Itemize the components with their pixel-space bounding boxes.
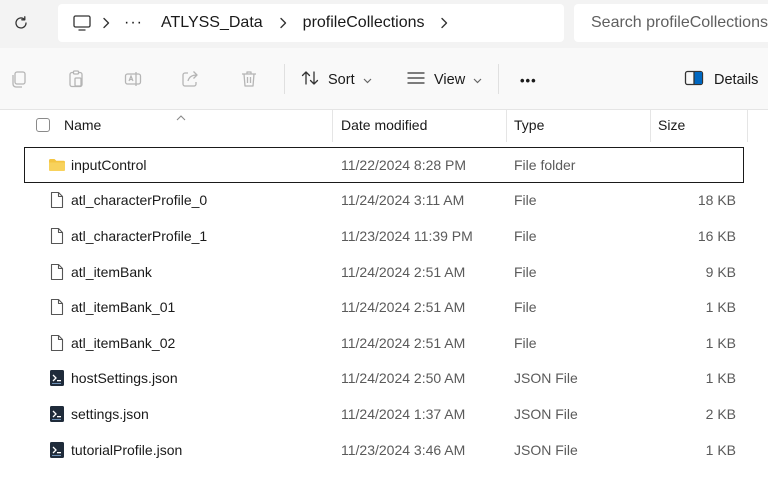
file-type: File bbox=[514, 263, 537, 280]
view-button[interactable]: View bbox=[406, 66, 482, 94]
file-name: atl_itemBank bbox=[71, 263, 152, 280]
file-size: 18 KB bbox=[697, 192, 736, 209]
copy-icon[interactable] bbox=[8, 68, 30, 90]
column-type[interactable]: Type bbox=[514, 110, 544, 140]
computer-icon[interactable] bbox=[72, 4, 92, 42]
file-size: 1 KB bbox=[705, 370, 736, 387]
file-name: atl_itemBank_02 bbox=[71, 334, 176, 351]
chevron-right-icon[interactable] bbox=[263, 17, 303, 29]
breadcrumb[interactable]: ··· ATLYSS_Data profileCollections bbox=[58, 4, 564, 42]
file-row[interactable]: inputControl 11/22/2024 8:28 PM File folde… bbox=[24, 147, 744, 183]
search-input[interactable] bbox=[591, 14, 768, 32]
file-date-modified: 11/23/2024 3:46 AM bbox=[341, 441, 466, 458]
file-type: JSON File bbox=[514, 370, 578, 387]
json-file-icon bbox=[48, 361, 66, 397]
file-date-modified: 11/24/2024 1:37 AM bbox=[341, 405, 466, 422]
file-row[interactable]: atl_characterProfile_1 11/23/2024 11:39 P… bbox=[24, 218, 744, 254]
json-file-icon bbox=[48, 432, 66, 468]
file-date-modified: 11/24/2024 2:51 AM bbox=[341, 299, 466, 316]
more-options-button[interactable]: ••• bbox=[520, 66, 537, 94]
share-icon[interactable] bbox=[179, 68, 201, 90]
file-size: 16 KB bbox=[697, 227, 736, 244]
view-label: View bbox=[434, 72, 466, 88]
command-bar: Sort View ••• Details bbox=[0, 48, 768, 110]
json-file-icon bbox=[48, 396, 66, 432]
file-size: 1 KB bbox=[705, 334, 736, 351]
file-date-modified: 11/24/2024 2:51 AM bbox=[341, 263, 466, 280]
file-icon bbox=[48, 254, 66, 290]
file-type: File bbox=[514, 334, 537, 351]
file-row[interactable]: atl_characterProfile_0 11/24/2024 3:11 AM… bbox=[24, 183, 744, 219]
delete-icon[interactable] bbox=[238, 68, 260, 90]
file-name: hostSettings.json bbox=[71, 370, 178, 387]
file-size: 1 KB bbox=[705, 299, 736, 316]
column-divider[interactable] bbox=[650, 110, 651, 142]
column-divider[interactable] bbox=[332, 110, 333, 142]
file-name: inputControl bbox=[71, 156, 147, 173]
file-row[interactable]: hostSettings.json 11/24/2024 2:50 AM JSON … bbox=[24, 361, 744, 397]
file-size: 2 KB bbox=[705, 405, 736, 422]
file-row[interactable]: atl_itemBank_02 11/24/2024 2:51 AM File 1 K… bbox=[24, 325, 744, 361]
folder-icon bbox=[48, 148, 66, 182]
command-separator bbox=[284, 64, 285, 94]
chevron-down-icon bbox=[363, 72, 372, 88]
file-date-modified: 11/22/2024 8:28 PM bbox=[341, 156, 467, 173]
file-icon bbox=[48, 218, 66, 254]
file-row[interactable]: settings.json 11/24/2024 1:37 AM JSON File… bbox=[24, 396, 744, 432]
file-type: File bbox=[514, 192, 537, 209]
file-icon bbox=[48, 183, 66, 219]
file-name: settings.json bbox=[71, 405, 149, 422]
file-date-modified: 11/24/2024 2:50 AM bbox=[341, 370, 466, 387]
rename-icon[interactable] bbox=[122, 68, 144, 90]
file-size: 1 KB bbox=[705, 441, 736, 458]
file-row[interactable]: tutorialProfile.json 11/23/2024 3:46 AM JS… bbox=[24, 432, 744, 468]
paste-icon[interactable] bbox=[65, 68, 87, 90]
file-type: File bbox=[514, 299, 537, 316]
view-icon bbox=[406, 70, 426, 90]
file-name: atl_itemBank_01 bbox=[71, 299, 176, 316]
file-date-modified: 11/24/2024 2:51 AM bbox=[341, 334, 466, 351]
details-button[interactable]: Details bbox=[684, 66, 758, 94]
select-all-checkbox[interactable] bbox=[36, 110, 50, 140]
file-date-modified: 11/24/2024 3:11 AM bbox=[341, 192, 465, 209]
details-label: Details bbox=[714, 72, 759, 88]
file-row[interactable]: atl_itemBank 11/24/2024 2:51 AM File 9 KB bbox=[24, 254, 744, 290]
details-pane-icon bbox=[684, 70, 704, 90]
chevron-right-icon[interactable] bbox=[92, 17, 120, 29]
column-divider[interactable] bbox=[506, 110, 507, 142]
column-divider[interactable] bbox=[747, 110, 748, 142]
chevron-right-icon[interactable] bbox=[425, 17, 463, 29]
command-separator bbox=[498, 64, 499, 94]
column-header: Name Date modified Type Size bbox=[20, 110, 748, 142]
breadcrumb-profile-collections[interactable]: profileCollections bbox=[303, 4, 425, 42]
column-size[interactable]: Size bbox=[658, 110, 685, 140]
file-name: atl_characterProfile_1 bbox=[71, 227, 208, 244]
checkbox[interactable] bbox=[36, 118, 50, 132]
file-type: JSON File bbox=[514, 441, 578, 458]
refresh-icon[interactable] bbox=[10, 12, 32, 34]
sort-ascending-icon bbox=[176, 108, 186, 124]
file-type: File bbox=[514, 227, 537, 244]
file-icon bbox=[48, 325, 66, 361]
file-list: inputControl 11/22/2024 8:28 PM File folde… bbox=[24, 147, 744, 467]
file-icon bbox=[48, 289, 66, 325]
file-name: atl_characterProfile_0 bbox=[71, 192, 208, 209]
sort-label: Sort bbox=[328, 72, 355, 88]
file-size: 9 KB bbox=[705, 263, 736, 280]
file-row[interactable]: atl_itemBank_01 11/24/2024 2:51 AM File 1 K… bbox=[24, 289, 744, 325]
file-name: tutorialProfile.json bbox=[71, 441, 183, 458]
file-type: File folder bbox=[514, 156, 576, 173]
search-box[interactable] bbox=[574, 4, 768, 42]
breadcrumb-overflow[interactable]: ··· bbox=[120, 4, 147, 42]
sort-icon bbox=[300, 69, 320, 91]
sort-button[interactable]: Sort bbox=[300, 66, 372, 94]
column-date-modified[interactable]: Date modified bbox=[341, 110, 427, 140]
address-bar: ··· ATLYSS_Data profileCollections bbox=[0, 0, 768, 48]
chevron-down-icon bbox=[473, 72, 482, 88]
file-date-modified: 11/23/2024 11:39 PM bbox=[341, 227, 473, 244]
file-type: JSON File bbox=[514, 405, 578, 422]
breadcrumb-atlyss-data[interactable]: ATLYSS_Data bbox=[161, 4, 263, 42]
column-name[interactable]: Name bbox=[64, 110, 101, 140]
